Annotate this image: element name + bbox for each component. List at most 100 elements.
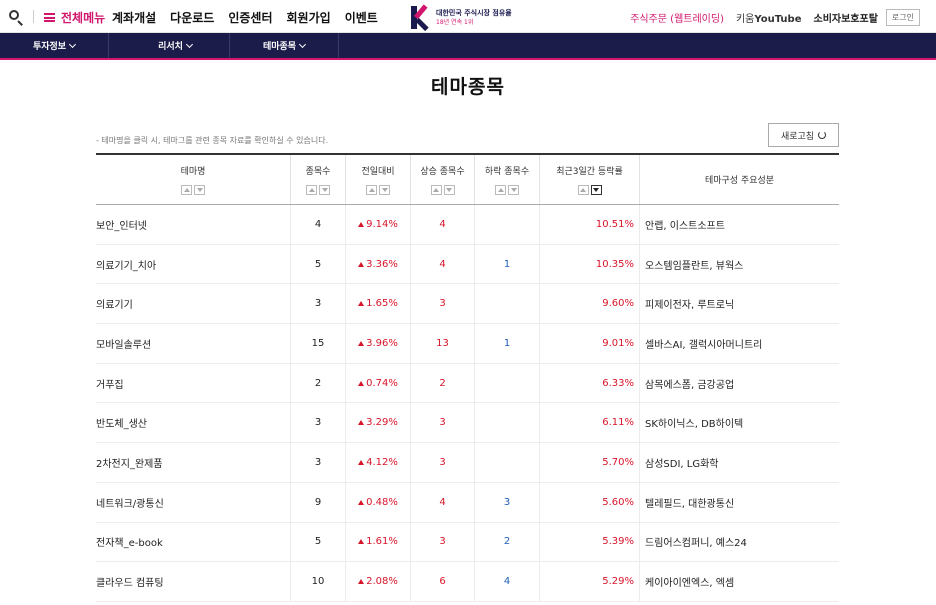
up-triangle-icon [358,539,365,545]
three-day-rate: 5.29% [540,562,640,601]
table-row[interactable]: 의료기기 3 1.65% 3 9.60% 피제이전자, 루트로닉 [96,284,839,325]
sort-asc-icon[interactable] [366,185,377,195]
kiwoom-logo[interactable]: 대한민국 주식시장 점유율 18년 연속 1위 [411,4,512,32]
sort-desc-icon[interactable] [443,185,455,195]
gnb-event[interactable]: 이벤트 [345,9,378,26]
tab-invest-info[interactable]: 투자정보 [0,33,109,58]
up-count: 4 [411,244,475,284]
up-triangle-icon [358,459,365,465]
table-row[interactable]: 반도체_생산 3 3.29% 3 6.11% SK하이닉스, DB하이텍 [96,403,839,444]
login-button[interactable]: 로그인 [885,9,920,26]
change-cell: 1.65% [346,284,411,324]
gnb-signup[interactable]: 회원가입 [287,9,331,26]
web-trading-link[interactable]: 주식주문 (웹트레이딩) [630,10,724,25]
tab-theme-stocks[interactable]: 테마종목 [230,33,339,58]
change-cell: 3.96% [346,324,411,363]
consumer-portal-link[interactable]: 소비자보호포탈 [814,10,878,25]
youtube-link[interactable]: 키움YouTube [736,10,802,25]
stock-count: 3 [291,403,346,443]
sort-desc-icon[interactable] [508,185,519,195]
gnb-account-open[interactable]: 계좌개설 [112,9,156,26]
table-row[interactable]: 모바일솔루션 15 3.96% 13 1 9.01% 셀바스AI, 갤럭시아머니트리 [96,324,839,364]
table-row[interactable]: 전자책_e-book 5 1.61% 3 2 5.39% 드림어스컴퍼니, 예스24 [96,522,839,563]
table-row[interactable]: 2차전지_완제품 3 4.12% 3 5.70% 삼성SDI, LG화학 [96,443,839,483]
theme-name-link[interactable]: 2차전지_완제품 [96,443,291,482]
search-icon[interactable] [8,9,24,26]
stock-count: 3 [291,443,346,482]
down-count: 1 [475,244,540,284]
theme-components: 드림어스컴퍼니, 예스24 [645,538,747,550]
up-triangle-icon [358,420,365,426]
header-label: 테마구성 주요성분 [704,176,775,186]
theme-name: 의료기기 [96,300,133,312]
theme-name-link[interactable]: 반도체_생산 [96,403,291,443]
theme-name-link[interactable]: 보안_인터넷 [96,205,291,244]
theme-name-link[interactable]: 거푸집 [96,363,291,403]
three-day-rate: 6.33% [540,363,640,403]
tab-research[interactable]: 리서치 [121,33,230,58]
all-menu-button[interactable]: 전체메뉴 [44,9,105,26]
theme-name: 보안_인터넷 [96,220,147,232]
theme-name-link[interactable]: 의료기기 [96,284,291,324]
page-title: 테마종목 [431,76,505,98]
sort-desc-icon[interactable] [194,185,205,195]
change-cell: 9.14% [346,205,411,244]
theme-table: 테마명 종목수 전일대비 상승 종목수 하락 종목수 최근3일간 등락률 테마구… [96,153,839,602]
table-row[interactable]: 클라우드 컴퓨팅 10 2.08% 6 4 5.29% 케이아이엔엑스, 엑셈 [96,562,839,602]
down-count: 1 [475,324,540,363]
up-count: 2 [411,363,475,403]
up-triangle-icon [358,340,365,346]
table-row[interactable]: 네트워크/광통신 9 0.48% 4 3 5.60% 텔레필드, 대한광통신 [96,482,839,523]
sort-desc-icon[interactable] [319,185,330,195]
theme-name: 모바일솔루션 [96,339,152,351]
change-value: 0.74% [366,377,398,389]
table-row[interactable]: 거푸집 2 0.74% 2 6.33% 삼목에스폼, 금강공업 [96,363,839,404]
change-value: 4.12% [366,456,398,468]
up-triangle-icon [358,380,365,386]
header-down-count: 하락 종목수 [475,155,540,204]
theme-name: 전자책_e-book [96,538,163,550]
sort-asc-icon[interactable] [306,185,317,195]
up-count: 3 [411,403,475,443]
change-value: 1.61% [366,536,398,548]
stock-count: 3 [291,284,346,324]
change-value: 3.29% [366,417,398,429]
sort-desc-icon[interactable] [379,185,390,195]
up-triangle-icon [358,499,365,505]
theme-name-link[interactable]: 전자책_e-book [96,522,291,562]
stock-count: 4 [291,205,346,244]
header-change: 전일대비 [346,155,411,204]
down-count [475,443,540,482]
refresh-button[interactable]: 새로고침 [768,123,839,147]
change-cell: 0.74% [346,363,411,403]
sort-desc-icon[interactable] [590,185,602,195]
table-row[interactable]: 보안_인터넷 4 9.14% 4 10.51% 안랩, 이스트소프트 [96,205,839,245]
up-count: 4 [411,482,475,522]
up-triangle-icon [358,261,365,267]
three-day-rate: 5.60% [540,482,640,522]
sort-asc-icon[interactable] [577,185,589,195]
table-row[interactable]: 의료기기_치아 5 3.36% 4 1 10.35% 오스템임플란트, 뷰웍스 [96,244,839,285]
stock-count: 5 [291,244,346,284]
gnb-cert-center[interactable]: 인증센터 [228,9,272,26]
k-logo-icon [411,4,431,32]
theme-components: 오스템임플란트, 뷰웍스 [645,260,744,272]
theme-name: 반도체_생산 [96,419,147,431]
change-value: 2.08% [366,576,398,588]
sort-asc-icon[interactable] [430,185,442,195]
sort-asc-icon[interactable] [495,185,506,195]
theme-name-link[interactable]: 클라우드 컴퓨팅 [96,562,291,601]
sort-asc-icon[interactable] [181,185,192,195]
theme-name-link[interactable]: 네트워크/광통신 [96,482,291,522]
header-theme-name: 테마명 [96,155,291,204]
gnb-download[interactable]: 다운로드 [170,9,214,26]
down-count: 4 [475,562,540,601]
chevron-down-icon [299,40,307,48]
theme-name: 클라우드 컴퓨팅 [96,578,164,590]
tab-label: 리서치 [158,42,183,52]
theme-name-link[interactable]: 의료기기_치아 [96,244,291,284]
change-value: 1.65% [366,298,398,310]
logo-tagline: 대한민국 주식시장 점유율 [436,8,512,17]
theme-name-link[interactable]: 모바일솔루션 [96,324,291,363]
change-value: 0.48% [366,496,398,508]
